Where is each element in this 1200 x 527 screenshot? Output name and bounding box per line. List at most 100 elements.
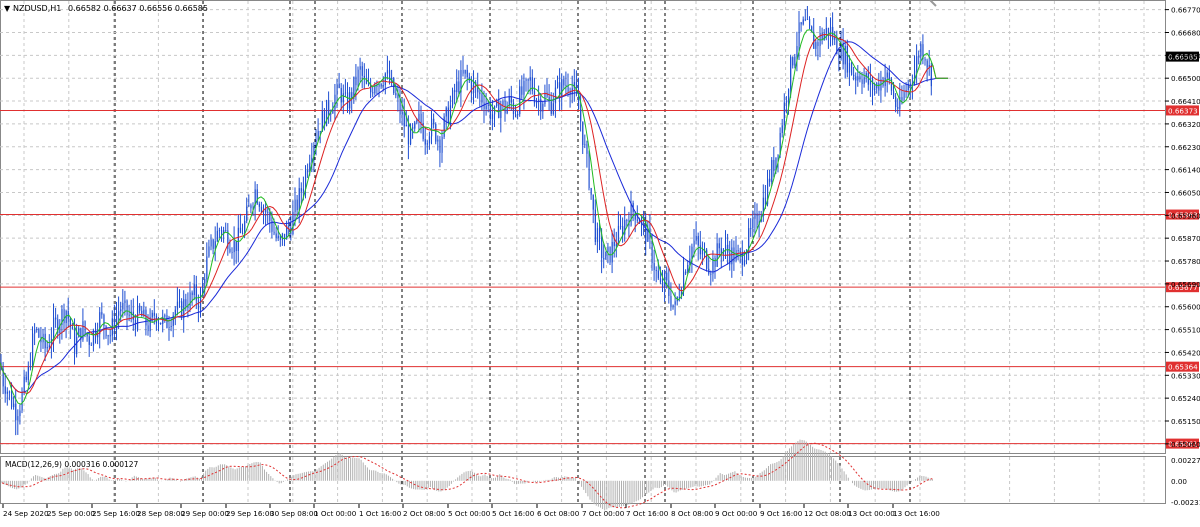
candle-body [36, 328, 38, 330]
candle-body [17, 416, 19, 421]
candle-body [716, 243, 718, 267]
candle-body [8, 391, 11, 393]
candle-body [210, 239, 212, 247]
candle-body [809, 19, 811, 27]
candle-body [168, 326, 170, 328]
candle-body [25, 376, 27, 380]
candle-body [615, 244, 617, 247]
level-price-tag-label: 0.66373 [1168, 106, 1198, 115]
price-tick-label: 0.65330 [1171, 371, 1200, 380]
candle-body [336, 83, 338, 95]
candle-body [531, 77, 533, 92]
candle-body [754, 213, 756, 219]
candle-body [605, 251, 607, 260]
candle-body [481, 94, 483, 103]
candle-body [872, 78, 874, 91]
candle-body [620, 225, 622, 227]
candle-body [153, 312, 155, 316]
candle-body [584, 144, 586, 146]
candle-body [246, 206, 248, 221]
candle-body [796, 46, 798, 57]
candle-body [918, 56, 920, 58]
candle-body [611, 241, 613, 263]
time-tick-label: 9 Oct 00:00 [715, 509, 758, 518]
price-tick-label: 0.65960 [1171, 211, 1200, 220]
candle-body [32, 333, 34, 367]
candle-body [204, 278, 206, 284]
candle-body [428, 136, 431, 144]
candle-body [307, 170, 309, 173]
price-tick-label: 0.66140 [1171, 166, 1200, 175]
candle-body [788, 89, 790, 102]
candle-body [464, 69, 466, 74]
candle-body [437, 139, 439, 142]
candle-body [363, 75, 365, 78]
candle-body [853, 74, 855, 77]
candle-body [294, 199, 296, 213]
candle-body [586, 144, 588, 154]
candle-body [798, 22, 800, 47]
candle-body [714, 257, 716, 267]
candle-body [653, 263, 655, 270]
candle-body [124, 300, 126, 304]
price-tick-label: 0.66320 [1171, 120, 1200, 129]
candle-body [189, 292, 191, 308]
time-tick-label: 1 Oct 16:00 [359, 509, 402, 518]
candle-body [368, 83, 370, 85]
candle-body [500, 105, 502, 118]
mt4-chart-window[interactable]: 0.66585 0.66373 0.65963 0.65677 0.65364 0.650… [0, 0, 1200, 523]
candle-body [292, 212, 294, 235]
candle-body [185, 299, 187, 307]
candle-body [752, 218, 754, 229]
candle-body [231, 251, 233, 253]
price-tick-label: 0.66500 [1171, 74, 1200, 83]
candle-body [403, 111, 405, 127]
candle-body [825, 27, 827, 34]
candle-body [485, 105, 487, 110]
candle-body [727, 244, 729, 253]
candle-body [502, 100, 504, 106]
candle-body [901, 97, 903, 100]
candle-body [582, 121, 584, 146]
price-chart-svg[interactable]: 0.665850.663730.659630.656770.653640.650… [0, 0, 1200, 523]
candle-body [281, 233, 284, 240]
price-tick-label: 0.66770 [1171, 6, 1200, 15]
time-tick-label: 13 Oct 00:00 [848, 509, 895, 518]
candle-body [170, 325, 172, 327]
candle-body [160, 322, 162, 324]
candle-body [756, 213, 758, 225]
candle-body [773, 160, 775, 172]
time-tick-label: 1 Oct 00:00 [314, 509, 357, 518]
candle-body [386, 70, 389, 74]
price-tick-label: 0.66680 [1171, 28, 1200, 37]
candle-body [670, 295, 672, 308]
candle-body [483, 102, 485, 110]
candle-body [851, 62, 853, 75]
time-tick-label: 5 Oct 00:00 [448, 509, 491, 518]
candle-body [105, 326, 107, 337]
candle-body [34, 329, 36, 334]
candle-body [221, 230, 223, 234]
price-tick-label: 0.65060 [1171, 440, 1200, 449]
candle-body [527, 79, 529, 81]
candle-body [466, 69, 468, 78]
symbol-dropdown-icon[interactable]: ▼ [4, 4, 11, 13]
candle-body [743, 260, 746, 265]
candle-body [23, 376, 25, 392]
time-tick-label: 29 Sep 16:00 [226, 509, 274, 518]
candle-body [804, 19, 806, 21]
candle-body [134, 319, 137, 330]
candle-body [657, 270, 659, 279]
candle-body [601, 237, 603, 259]
candle-body [158, 322, 160, 324]
candle-body [445, 107, 447, 117]
candle-body [844, 46, 846, 65]
candle-body [174, 309, 176, 316]
candle-body [359, 66, 361, 70]
candle-body [433, 118, 435, 125]
price-tick-label: 0.65510 [1171, 326, 1200, 335]
time-tick-label: 8 Oct 08:00 [671, 509, 714, 518]
price-tick-label: 0.66050 [1171, 188, 1200, 197]
candle-body [6, 391, 8, 394]
candle-body [21, 391, 23, 411]
